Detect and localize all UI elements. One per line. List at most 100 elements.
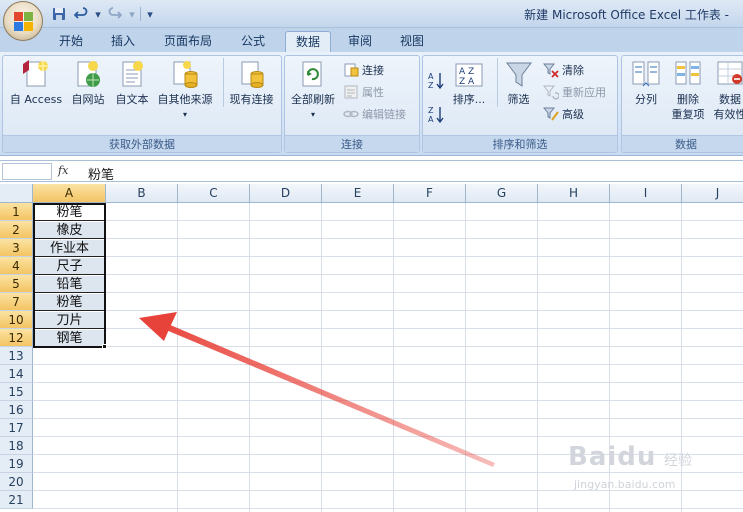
- sort-descending-button[interactable]: ZA: [427, 104, 445, 124]
- formula-input[interactable]: 粉笔: [88, 164, 114, 183]
- row-header-19[interactable]: 19: [0, 455, 33, 473]
- column-header-c[interactable]: C: [178, 184, 250, 203]
- row-header-4[interactable]: 4: [0, 257, 33, 275]
- gridline-horizontal: [33, 256, 743, 257]
- from-text-button[interactable]: 自文本: [111, 58, 153, 107]
- row-header-18[interactable]: 18: [0, 437, 33, 455]
- gridline-vertical: [321, 203, 322, 512]
- cell-a4[interactable]: 尺子: [34, 258, 105, 275]
- sort-ascending-button[interactable]: AZ: [427, 70, 445, 90]
- clear-button[interactable]: 清除: [542, 60, 584, 80]
- select-all-corner[interactable]: [0, 184, 33, 203]
- tab-data[interactable]: 数据: [285, 31, 331, 52]
- svg-text:Z: Z: [428, 81, 434, 90]
- column-header-j[interactable]: J: [682, 184, 743, 203]
- row-header-3[interactable]: 3: [0, 239, 33, 257]
- gridline-vertical: [249, 203, 250, 512]
- advanced-filter-icon: [542, 106, 559, 122]
- row-header-1[interactable]: 1: [0, 203, 33, 221]
- tab-review[interactable]: 审阅: [338, 31, 382, 52]
- access-icon: [21, 58, 51, 90]
- group-label-external-data: 获取外部数据: [3, 135, 281, 152]
- row-header-17[interactable]: 17: [0, 419, 33, 437]
- reapply-icon: [542, 84, 560, 100]
- fill-handle[interactable]: [102, 344, 107, 349]
- gridline-vertical: [177, 203, 178, 512]
- existing-connections-button[interactable]: 现有连接: [223, 58, 279, 107]
- undo-icon[interactable]: [72, 5, 90, 23]
- from-other-sources-button[interactable]: 自其他来源 ▾: [153, 58, 217, 122]
- gridline-horizontal: [33, 238, 743, 239]
- gridline-horizontal: [33, 328, 743, 329]
- row-header-15[interactable]: 15: [0, 383, 33, 401]
- gridline-vertical: [465, 203, 466, 512]
- name-box[interactable]: [2, 163, 52, 180]
- cell-a7[interactable]: 粉笔: [34, 294, 105, 311]
- reapply-button[interactable]: 重新应用: [542, 82, 606, 102]
- column-header-d[interactable]: D: [250, 184, 322, 203]
- column-header-a[interactable]: A: [33, 184, 106, 203]
- link-icon: [343, 106, 359, 122]
- cell-a5[interactable]: 铅笔: [34, 276, 105, 293]
- gridline-horizontal: [33, 346, 743, 347]
- office-button[interactable]: [3, 1, 43, 41]
- connections-icon: [343, 62, 359, 78]
- svg-text:A: A: [428, 72, 434, 81]
- column-header-b[interactable]: B: [106, 184, 178, 203]
- row-header-20[interactable]: 20: [0, 473, 33, 491]
- row-header-21[interactable]: 21: [0, 491, 33, 509]
- customize-icon[interactable]: ▾: [145, 5, 155, 23]
- row-header-12[interactable]: 12: [0, 329, 33, 347]
- gridline-horizontal: [33, 220, 743, 221]
- window-title: 新建 Microsoft Office Excel 工作表 -: [524, 8, 729, 22]
- database-icon: [170, 58, 200, 90]
- text-file-icon: [117, 58, 147, 90]
- fx-icon[interactable]: fx: [58, 164, 68, 177]
- clear-filter-icon: [542, 62, 559, 78]
- row-header-5[interactable]: 5: [0, 275, 33, 293]
- redo-icon[interactable]: [106, 5, 124, 23]
- group-label-connections: 连接: [285, 135, 419, 152]
- advanced-button[interactable]: 高级: [542, 104, 584, 124]
- gridline-horizontal: [33, 418, 743, 419]
- column-header-i[interactable]: I: [610, 184, 682, 203]
- column-header-g[interactable]: G: [466, 184, 538, 203]
- column-header-h[interactable]: H: [538, 184, 610, 203]
- tab-formulas[interactable]: 公式: [230, 31, 276, 52]
- save-icon[interactable]: [50, 5, 68, 23]
- gridline-vertical: [393, 203, 394, 512]
- from-access-button[interactable]: 自 Access: [7, 58, 65, 107]
- tab-page-layout[interactable]: 页面布局: [154, 31, 222, 52]
- tab-view[interactable]: 视图: [390, 31, 434, 52]
- undo-dropdown-icon[interactable]: ▾: [94, 5, 102, 23]
- tab-home[interactable]: 开始: [50, 31, 92, 52]
- row-header-10[interactable]: 10: [0, 311, 33, 329]
- remove-duplicates-button[interactable]: 删除 重复项: [668, 58, 708, 122]
- connections-button[interactable]: 连接: [343, 60, 384, 80]
- row-header-13[interactable]: 13: [0, 347, 33, 365]
- cell-a10[interactable]: 刀片: [34, 312, 105, 329]
- filter-icon: [504, 58, 534, 90]
- data-validation-button[interactable]: 数据 有效性: [710, 58, 743, 122]
- cell-a2[interactable]: 橡皮: [34, 222, 105, 239]
- refresh-all-button[interactable]: 全部刷新 ▾: [287, 58, 339, 122]
- from-web-button[interactable]: 自网站: [67, 58, 109, 107]
- cell-a1[interactable]: 粉笔: [34, 204, 105, 221]
- svg-text:A Z: A Z: [459, 67, 474, 77]
- row-header-16[interactable]: 16: [0, 401, 33, 419]
- properties-button[interactable]: 属性: [343, 82, 384, 102]
- row-header-14[interactable]: 14: [0, 365, 33, 383]
- edit-links-button[interactable]: 编辑链接: [343, 104, 406, 124]
- title-bar: ▾ ▾ ▾ 新建 Microsoft Office Excel 工作表 -: [0, 0, 743, 28]
- filter-button[interactable]: 筛选: [497, 58, 539, 107]
- column-header-e[interactable]: E: [322, 184, 394, 203]
- column-header-f[interactable]: F: [394, 184, 466, 203]
- row-header-2[interactable]: 2: [0, 221, 33, 239]
- redo-dropdown-icon[interactable]: ▾: [128, 5, 136, 23]
- cell-a12[interactable]: 钢笔: [34, 330, 105, 347]
- row-header-7[interactable]: 7: [0, 293, 33, 311]
- tab-insert[interactable]: 插入: [102, 31, 144, 52]
- cell-a3[interactable]: 作业本: [34, 240, 105, 257]
- sort-button[interactable]: A ZZ A 排序...: [451, 58, 487, 107]
- text-to-columns-button[interactable]: 分列: [624, 58, 668, 107]
